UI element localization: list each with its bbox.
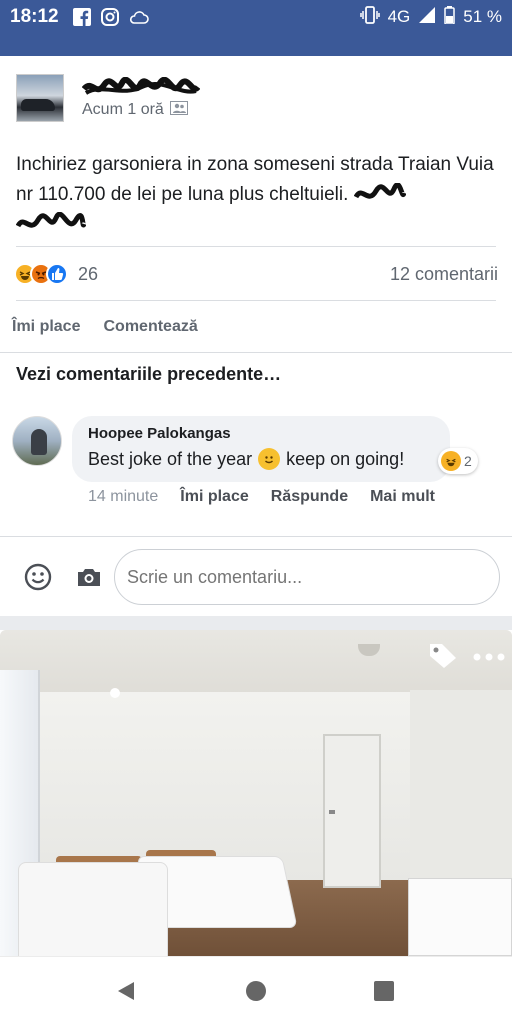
- comment-meta: 14 minute Îmi place Răspunde Mai mult: [88, 488, 435, 506]
- back-icon[interactable]: [114, 979, 138, 1003]
- comment-composer: [0, 536, 512, 616]
- recents-icon[interactable]: [372, 979, 396, 1003]
- camera-icon[interactable]: [76, 565, 102, 589]
- vibrate-icon: [359, 5, 380, 29]
- app-header-strip: [0, 34, 512, 56]
- home-icon[interactable]: [244, 979, 268, 1003]
- emoji-icon[interactable]: [24, 563, 52, 591]
- battery-icon: [444, 5, 455, 29]
- comment-text: Best joke of the year keep on going!: [88, 448, 434, 470]
- comment-count[interactable]: 12 comentarii: [390, 264, 498, 285]
- instagram-icon: [100, 8, 119, 26]
- cloud-icon: [129, 10, 149, 24]
- author-block: Acum 1 oră: [82, 76, 200, 120]
- comment-input[interactable]: [114, 549, 500, 605]
- post-body: Inchiriez garsoniera in zona someseni st…: [16, 154, 494, 205]
- author-avatar[interactable]: [16, 74, 64, 122]
- feed-separator: [0, 616, 512, 630]
- comment-time: 14 minute: [88, 488, 159, 505]
- reaction-count[interactable]: 26: [78, 264, 98, 285]
- status-time: 18:12: [10, 6, 59, 27]
- comment-reactions[interactable]: 2: [438, 448, 478, 474]
- status-bar: 18:12 4G 51 %: [0, 0, 512, 34]
- comment-bubble: Hoopee Palokangas Best joke of the year …: [72, 416, 450, 482]
- redacted-signature: [353, 182, 406, 199]
- smile-emoji-icon: [258, 448, 281, 470]
- friends-icon: [169, 100, 188, 120]
- facebook-icon: [72, 8, 91, 26]
- post-actions: Îmi place Comentează: [12, 312, 198, 342]
- comment-text-part2: keep on going!: [286, 448, 405, 469]
- more-icon[interactable]: [472, 650, 506, 662]
- comment-author[interactable]: Hoopee Palokangas: [88, 425, 434, 442]
- like-button[interactable]: Îmi place: [12, 318, 80, 336]
- divider: [16, 246, 496, 247]
- post-text: Inchiriez garsoniera in zona someseni st…: [16, 150, 500, 240]
- comment-reaction-count: 2: [464, 453, 472, 469]
- comment-text-part1: Best joke of the year: [88, 448, 253, 469]
- signal-icon: [418, 6, 436, 29]
- comment-reply-button[interactable]: Răspunde: [271, 488, 348, 506]
- divider: [0, 352, 512, 353]
- network-type: 4G: [387, 7, 411, 26]
- redacted-signature-2: [16, 211, 86, 228]
- system-nav-bar: [0, 956, 512, 1024]
- like-reaction-icon: [46, 263, 68, 285]
- haha-reaction-icon: [441, 451, 461, 471]
- comment-more-button[interactable]: Mai mult: [370, 488, 435, 506]
- post-photo[interactable]: [0, 630, 512, 956]
- post-timestamp[interactable]: Acum 1 oră: [82, 101, 164, 119]
- post-meta: Acum 1 oră: [82, 100, 200, 120]
- commenter-avatar[interactable]: [12, 416, 62, 466]
- view-previous-comments-link[interactable]: Vezi comentariile precedente…: [16, 364, 281, 385]
- comment-button[interactable]: Comentează: [103, 318, 197, 336]
- post-header: Acum 1 oră: [16, 70, 496, 126]
- battery-percent: 51 %: [463, 7, 502, 26]
- redacted-author-name[interactable]: [82, 76, 200, 99]
- tag-icon[interactable]: [428, 642, 458, 670]
- reactions-row[interactable]: 26 12 comentarii: [14, 258, 498, 290]
- divider: [16, 300, 496, 301]
- comment-like-button[interactable]: Îmi place: [180, 488, 248, 506]
